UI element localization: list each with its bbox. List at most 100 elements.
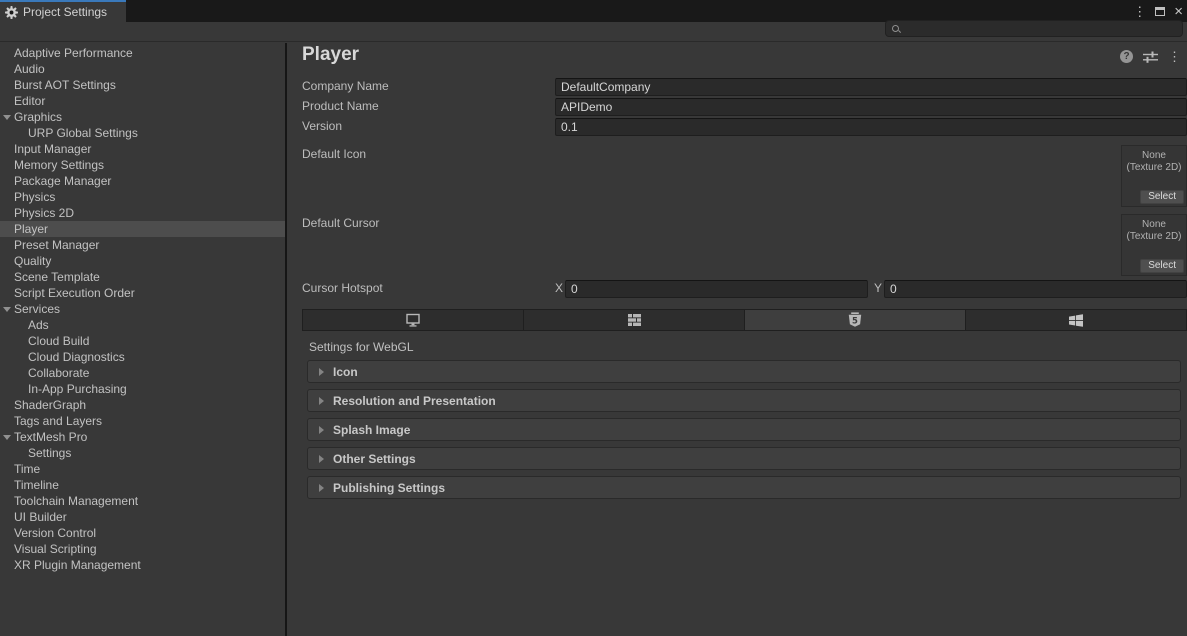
default-cursor-object-field[interactable]: None (Texture 2D) Select: [1121, 214, 1187, 276]
sidebar-item-quality[interactable]: Quality: [0, 253, 285, 269]
product-name-field[interactable]: [555, 98, 1187, 116]
sidebar-item-label: Audio: [0, 61, 45, 77]
search-input[interactable]: [905, 22, 1165, 36]
sidebar-item-label: In-App Purchasing: [0, 381, 127, 397]
section-header-other-settings[interactable]: Other Settings: [307, 447, 1181, 470]
sidebar-item-audio[interactable]: Audio: [0, 61, 285, 77]
sidebar-item-label: TextMesh Pro: [0, 429, 87, 445]
foldout-open-icon[interactable]: [3, 435, 11, 440]
sidebar-item-ui-builder[interactable]: UI Builder: [0, 509, 285, 525]
sidebar-item-label: Memory Settings: [0, 157, 104, 173]
version-field[interactable]: [555, 118, 1187, 136]
select-button[interactable]: Select: [1140, 190, 1184, 204]
sidebar-item-preset-manager[interactable]: Preset Manager: [0, 237, 285, 253]
object-field-type: (Texture 2D): [1122, 231, 1186, 243]
sidebar-item-in-app-purchasing[interactable]: In-App Purchasing: [0, 381, 285, 397]
player-settings-panel: Player ? ⋮ Company Name Product Name Ve: [289, 43, 1187, 636]
sidebar-item-label: Package Manager: [0, 173, 111, 189]
sidebar-item-burst-aot-settings[interactable]: Burst AOT Settings: [0, 77, 285, 93]
sidebar-item-package-manager[interactable]: Package Manager: [0, 173, 285, 189]
sidebar-item-editor[interactable]: Editor: [0, 93, 285, 109]
sidebar-item-version-control[interactable]: Version Control: [0, 525, 285, 541]
html5-icon: 5: [848, 312, 862, 328]
section-header-publishing-settings[interactable]: Publishing Settings: [307, 476, 1181, 499]
foldout-open-icon[interactable]: [3, 307, 11, 312]
platform-tab-standalone[interactable]: [303, 310, 524, 330]
sidebar-item-label: Cloud Build: [0, 333, 89, 349]
sidebar-item-graphics[interactable]: Graphics: [0, 109, 285, 125]
close-icon[interactable]: ×: [1174, 4, 1183, 19]
sidebar-item-textmesh-pro[interactable]: TextMesh Pro: [0, 429, 285, 445]
hotspot-x-field[interactable]: [565, 280, 868, 298]
window-menu-icon[interactable]: ⋮: [1133, 5, 1146, 18]
server-icon: [627, 313, 642, 327]
platform-tab-windows-store[interactable]: [966, 310, 1186, 330]
panel-menu-icon[interactable]: ⋮: [1168, 50, 1181, 63]
platform-tab-webgl[interactable]: 5: [745, 310, 966, 330]
sidebar-item-time[interactable]: Time: [0, 461, 285, 477]
foldout-open-icon[interactable]: [3, 115, 11, 120]
sidebar-item-label: Version Control: [0, 525, 96, 541]
sidebar-item-cloud-diagnostics[interactable]: Cloud Diagnostics: [0, 349, 285, 365]
sidebar-item-timeline[interactable]: Timeline: [0, 477, 285, 493]
sidebar-item-label: Script Execution Order: [0, 285, 135, 301]
section-header-resolution-and-presentation[interactable]: Resolution and Presentation: [307, 389, 1181, 412]
sidebar-item-toolchain-management[interactable]: Toolchain Management: [0, 493, 285, 509]
sidebar-item-shadergraph[interactable]: ShaderGraph: [0, 397, 285, 413]
sidebar-item-urp-global-settings[interactable]: URP Global Settings: [0, 125, 285, 141]
object-field-value: None: [1122, 150, 1186, 162]
sidebar-item-settings[interactable]: Settings: [0, 445, 285, 461]
search-box[interactable]: [885, 20, 1183, 37]
sidebar-item-memory-settings[interactable]: Memory Settings: [0, 157, 285, 173]
sidebar-item-tags-and-layers[interactable]: Tags and Layers: [0, 413, 285, 429]
sidebar-item-scene-template[interactable]: Scene Template: [0, 269, 285, 285]
default-cursor-label: Default Cursor: [302, 215, 379, 232]
section-label: Resolution and Presentation: [333, 394, 496, 408]
foldout-closed-icon[interactable]: [319, 368, 324, 376]
foldout-closed-icon[interactable]: [319, 426, 324, 434]
sidebar-item-physics[interactable]: Physics: [0, 189, 285, 205]
settings-category-list: Adaptive PerformanceAudioBurst AOT Setti…: [0, 43, 287, 636]
foldout-closed-icon[interactable]: [319, 455, 324, 463]
page-title: Player: [302, 44, 359, 66]
section-header-icon[interactable]: Icon: [307, 360, 1181, 383]
default-icon-object-field[interactable]: None (Texture 2D) Select: [1121, 145, 1187, 207]
sidebar-item-label: Input Manager: [0, 141, 91, 157]
sidebar-item-label: Physics 2D: [0, 205, 74, 221]
maximize-icon[interactable]: [1155, 7, 1165, 16]
version-label: Version: [302, 118, 342, 135]
sidebar-item-physics-2d[interactable]: Physics 2D: [0, 205, 285, 221]
help-icon[interactable]: ?: [1120, 50, 1133, 63]
sidebar-item-xr-plugin-management[interactable]: XR Plugin Management: [0, 557, 285, 573]
presets-icon[interactable]: [1143, 51, 1158, 63]
company-name-label: Company Name: [302, 78, 389, 95]
sidebar-item-cloud-build[interactable]: Cloud Build: [0, 333, 285, 349]
product-name-label: Product Name: [302, 98, 379, 115]
section-label: Other Settings: [333, 452, 416, 466]
tab-project-settings[interactable]: Project Settings: [0, 0, 126, 22]
sidebar-item-label: Adaptive Performance: [0, 45, 133, 61]
sidebar-item-ads[interactable]: Ads: [0, 317, 285, 333]
company-name-field[interactable]: [555, 78, 1187, 96]
sidebar-item-label: Timeline: [0, 477, 59, 493]
section-header-splash-image[interactable]: Splash Image: [307, 418, 1181, 441]
sidebar-item-input-manager[interactable]: Input Manager: [0, 141, 285, 157]
sidebar-item-collaborate[interactable]: Collaborate: [0, 365, 285, 381]
hotspot-y-field[interactable]: [884, 280, 1187, 298]
sidebar-item-visual-scripting[interactable]: Visual Scripting: [0, 541, 285, 557]
project-settings-window: Project Settings ⋮ × Adaptive Performanc…: [0, 0, 1187, 636]
platform-tab-dedicated-server[interactable]: [524, 310, 745, 330]
sidebar-item-label: Editor: [0, 93, 45, 109]
titlebar: Project Settings ⋮ ×: [0, 0, 1187, 22]
sidebar-item-player[interactable]: Player: [0, 221, 285, 237]
foldout-closed-icon[interactable]: [319, 484, 324, 492]
sidebar-item-services[interactable]: Services: [0, 301, 285, 317]
platform-tabbar: 5: [302, 309, 1187, 331]
select-button[interactable]: Select: [1140, 259, 1184, 273]
sidebar-item-label: Settings: [0, 445, 71, 461]
sidebar-item-script-execution-order[interactable]: Script Execution Order: [0, 285, 285, 301]
sidebar-item-label: UI Builder: [0, 509, 67, 525]
sidebar-item-adaptive-performance[interactable]: Adaptive Performance: [0, 45, 285, 61]
sidebar-item-label: Scene Template: [0, 269, 100, 285]
foldout-closed-icon[interactable]: [319, 397, 324, 405]
